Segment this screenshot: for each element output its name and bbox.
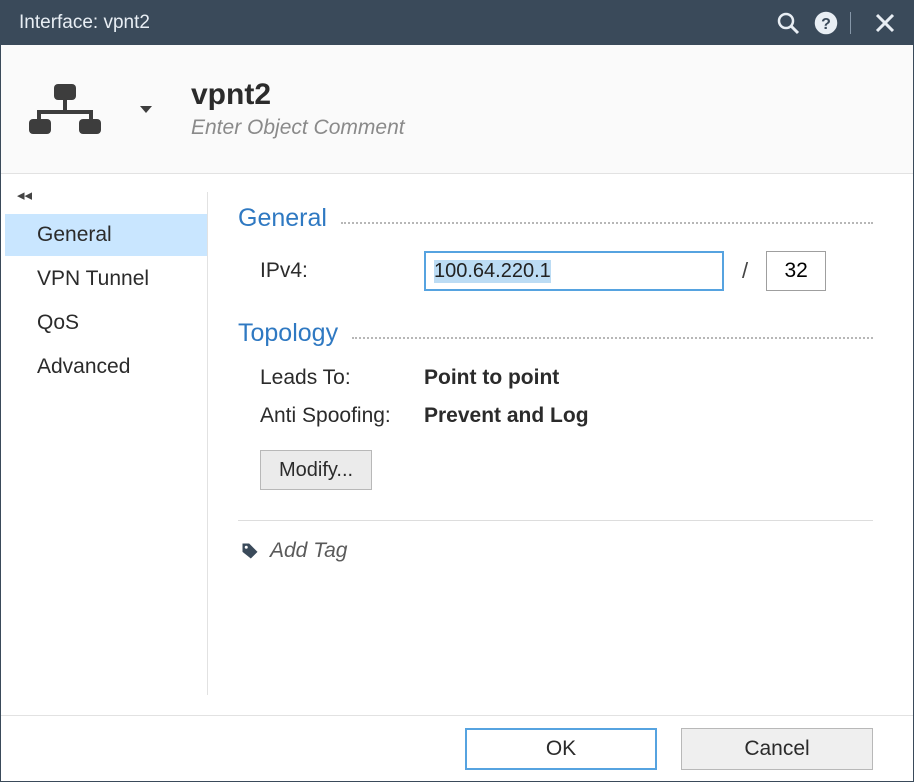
sidebar-item-advanced[interactable]: Advanced — [5, 346, 207, 388]
icon-dropdown[interactable] — [131, 104, 161, 114]
ipv4-row: IPv4: / — [238, 251, 873, 291]
anti-spoofing-label: Anti Spoofing: — [238, 404, 424, 428]
window-title: Interface: vpnt2 — [19, 12, 764, 34]
object-name[interactable]: vpnt2 — [191, 78, 405, 113]
anti-spoofing-row: Anti Spoofing: Prevent and Log — [238, 404, 873, 428]
tag-icon — [240, 541, 260, 561]
section-general-title: General — [238, 204, 873, 233]
add-tag-button[interactable]: Add Tag — [238, 539, 873, 563]
search-icon[interactable] — [774, 9, 802, 37]
content-pane: General IPv4: / Topology Leads To: Point… — [208, 174, 913, 715]
cidr-slash: / — [724, 258, 766, 284]
anti-spoofing-value: Prevent and Log — [424, 404, 589, 428]
titlebar: Interface: vpnt2 ? — [1, 1, 913, 45]
ipv4-input[interactable] — [424, 251, 724, 291]
collapse-sidebar-icon[interactable]: ◂◂ — [5, 182, 32, 214]
modify-button[interactable]: Modify... — [260, 450, 372, 490]
add-tag-label: Add Tag — [270, 539, 347, 563]
help-icon[interactable]: ? — [812, 9, 840, 37]
object-header: vpnt2 Enter Object Comment — [1, 45, 913, 173]
section-topology-label: Topology — [238, 319, 352, 348]
section-topology-title: Topology — [238, 319, 873, 348]
titlebar-divider — [850, 12, 851, 34]
sidebar-item-qos[interactable]: QoS — [5, 302, 207, 344]
network-icon — [33, 45, 131, 173]
svg-text:?: ? — [821, 16, 831, 33]
interface-properties-dialog: Interface: vpnt2 ? vpnt2 Enter Object Co… — [0, 0, 914, 782]
sidebar: ◂◂ General VPN Tunnel QoS Advanced — [1, 174, 207, 715]
cancel-button[interactable]: Cancel — [681, 728, 873, 770]
section-general-label: General — [238, 204, 341, 233]
leads-to-value: Point to point — [424, 366, 559, 390]
leads-to-label: Leads To: — [238, 366, 424, 390]
dialog-footer: OK Cancel — [1, 715, 913, 781]
content-divider — [238, 520, 873, 521]
ok-button[interactable]: OK — [465, 728, 657, 770]
ipv4-label: IPv4: — [238, 259, 424, 283]
leads-to-row: Leads To: Point to point — [238, 366, 873, 390]
sidebar-item-general[interactable]: General — [5, 214, 207, 256]
prefix-input[interactable] — [766, 251, 826, 291]
sidebar-item-vpn-tunnel[interactable]: VPN Tunnel — [5, 258, 207, 300]
object-comment-placeholder[interactable]: Enter Object Comment — [191, 116, 405, 140]
close-icon[interactable] — [871, 9, 899, 37]
